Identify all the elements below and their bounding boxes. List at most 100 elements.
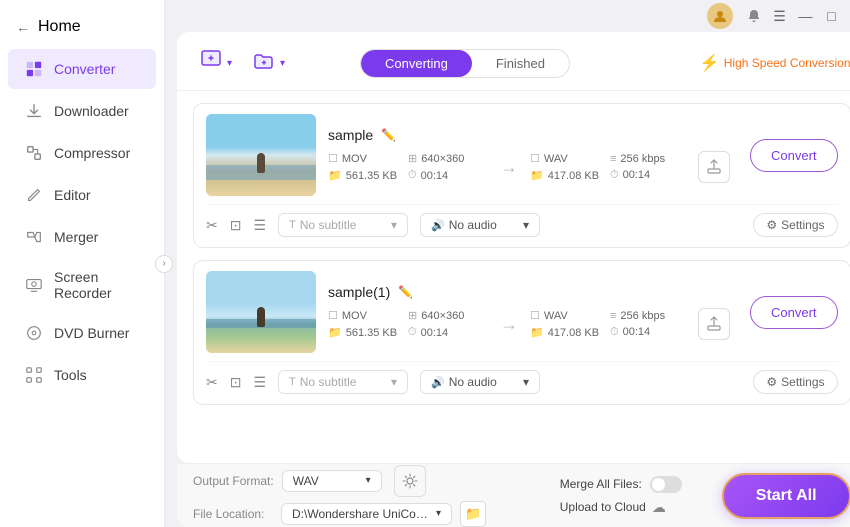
format-select-chevron: ▾	[366, 475, 371, 486]
sidebar-item-merger[interactable]: Merger	[8, 217, 156, 257]
file-name-row-1: sample(1) ✏️	[328, 284, 738, 300]
settings-gear-icon-1: ⚙	[766, 375, 777, 389]
audio-chevron-1: ▾	[523, 375, 529, 389]
file-location-label: File Location:	[193, 507, 273, 521]
sidebar-item-compressor[interactable]: Compressor	[8, 133, 156, 173]
start-all-button[interactable]: Start All	[722, 473, 850, 519]
output-settings-icon[interactable]	[394, 465, 426, 497]
output-meta2-0: ≡ 256 kbps ⏱ 00:14	[610, 153, 690, 182]
audio-select-1[interactable]: 🔊 No audio ▾	[420, 370, 540, 394]
main-area: ☰ — □ ✕ ▾	[165, 0, 850, 527]
sidebar-item-label-tools: Tools	[54, 367, 87, 383]
convert-button-1[interactable]: Convert	[750, 296, 838, 329]
sidebar-item-label-compressor: Compressor	[54, 145, 130, 161]
subtitle-select-0[interactable]: T No subtitle ▾	[278, 213, 408, 237]
more-tool-icon-0[interactable]: ☰	[253, 217, 266, 234]
sidebar-collapse-button[interactable]: ›	[155, 255, 173, 273]
add-folder-chevron: ▾	[280, 58, 285, 69]
downloader-icon	[24, 101, 44, 121]
file-item-tools-0: ✂ ⊡ ☰ T No subtitle ▾ 🔊 No audio ▾	[206, 204, 838, 237]
cut-tool-icon-0[interactable]: ✂	[206, 217, 218, 234]
sidebar-item-editor[interactable]: Editor	[8, 175, 156, 215]
subtitle-icon: T	[289, 219, 296, 231]
input-size-item-0: 📁 561.35 KB	[328, 169, 408, 182]
file-item-tools-1: ✂ ⊡ ☰ T No subtitle ▾ 🔊 No audio ▾	[206, 361, 838, 394]
add-file-button[interactable]: ▾	[193, 44, 238, 82]
add-folder-button[interactable]: ▾	[246, 46, 291, 81]
audio-chevron: ▾	[523, 218, 529, 232]
tab-converting[interactable]: Converting	[361, 50, 472, 77]
arrow-1: →	[488, 314, 530, 335]
sidebar-item-label-screen-recorder: Screen Recorder	[54, 269, 140, 301]
sidebar-item-screen-recorder[interactable]: Screen Recorder	[8, 259, 156, 311]
maximize-button[interactable]: □	[823, 7, 841, 25]
clock-icon-1: ⏱	[408, 326, 417, 339]
out-clock-icon-1: ⏱	[610, 326, 619, 339]
edit-name-icon-1[interactable]: ✏️	[398, 285, 413, 299]
audio-value-0: No audio	[449, 218, 497, 232]
input-duration-0: 00:14	[421, 170, 449, 182]
avatar[interactable]	[707, 3, 733, 29]
crop-tool-icon-1[interactable]: ⊡	[230, 374, 242, 391]
add-file-chevron: ▾	[227, 58, 232, 69]
screen-recorder-icon	[24, 275, 44, 295]
input-format-0: MOV	[342, 153, 367, 165]
input-meta-0: ☐ MOV 📁 561.35 KB	[328, 152, 408, 182]
sidebar: ← Home Converter Down	[0, 0, 165, 527]
browse-folder-button[interactable]: 📁	[460, 501, 486, 527]
output-format-item-0: ☐ WAV	[530, 152, 610, 165]
minimize-button[interactable]: —	[797, 7, 815, 25]
upload-cloud-row[interactable]: Upload to Cloud ☁	[560, 499, 682, 516]
upload-icon-btn-1[interactable]	[698, 308, 730, 340]
output-format-select[interactable]: WAV ▾	[282, 470, 382, 492]
dvd-burner-icon	[24, 323, 44, 343]
file-list: sample ✏️ ☐ MOV	[177, 91, 850, 463]
subtitle-select-1[interactable]: T No subtitle ▾	[278, 370, 408, 394]
input-duration-item-0: ⏱ 00:14	[408, 169, 488, 182]
sidebar-item-tools[interactable]: Tools	[8, 355, 156, 395]
output-duration-1: 00:14	[623, 326, 651, 338]
out-fmt-icon-1: ☐	[530, 309, 540, 322]
input-resolution-0: 640×360	[421, 153, 464, 165]
file-name-1: sample(1)	[328, 284, 390, 300]
bitrate-icon-1: ≡	[610, 310, 616, 322]
merge-toggle[interactable]	[650, 476, 682, 493]
audio-select-0[interactable]: 🔊 No audio ▾	[420, 213, 540, 237]
format-icon: ☐	[328, 152, 338, 165]
tab-finished[interactable]: Finished	[472, 50, 569, 77]
crop-tool-icon-0[interactable]: ⊡	[230, 217, 242, 234]
upload-icon-btn-0[interactable]	[698, 151, 730, 183]
output-bitrate-0: 256 kbps	[620, 153, 665, 165]
cut-tool-icon-1[interactable]: ✂	[206, 374, 218, 391]
sidebar-item-dvd-burner[interactable]: DVD Burner	[8, 313, 156, 353]
sidebar-home[interactable]: ← Home	[0, 10, 164, 44]
input-size-0: 561.35 KB	[346, 170, 397, 182]
settings-label-0: Settings	[781, 218, 824, 232]
file-location-select[interactable]: D:\Wondershare UniConverter 1 ▾	[281, 503, 452, 525]
output-format-icon: ☐	[530, 152, 540, 165]
menu-icon[interactable]: ☰	[771, 7, 789, 25]
sidebar-item-downloader[interactable]: Downloader	[8, 91, 156, 131]
edit-name-icon-0[interactable]: ✏️	[381, 128, 396, 142]
add-folder-icon	[252, 50, 276, 77]
folder-icon-1: 📁	[328, 326, 342, 339]
settings-button-0[interactable]: ⚙ Settings	[753, 213, 837, 237]
speed-label: High Speed Conversion	[724, 56, 850, 70]
output-format-label: Output Format:	[193, 474, 274, 488]
sidebar-item-converter[interactable]: Converter	[8, 49, 156, 89]
convert-button-0[interactable]: Convert	[750, 139, 838, 172]
input-format-item-0: ☐ MOV	[328, 152, 408, 165]
file-item: sample ✏️ ☐ MOV	[193, 103, 850, 248]
settings-button-1[interactable]: ⚙ Settings	[753, 370, 837, 394]
input-size-1: 561.35 KB	[346, 327, 397, 339]
file-location-row: File Location: D:\Wondershare UniConvert…	[193, 501, 540, 527]
file-item-header: sample ✏️ ☐ MOV	[206, 114, 838, 196]
upload-cloud-label: Upload to Cloud	[560, 500, 646, 514]
subtitle-value-1: No subtitle	[300, 375, 357, 389]
merge-all-row: Merge All Files:	[560, 476, 682, 493]
bottom-center: Merge All Files: Upload to Cloud ☁	[540, 476, 702, 516]
bitrate-icon: ≡	[610, 153, 616, 165]
subtitle-t-icon-1: T	[289, 376, 296, 388]
more-tool-icon-1[interactable]: ☰	[253, 374, 266, 391]
notification-icon[interactable]	[745, 7, 763, 25]
